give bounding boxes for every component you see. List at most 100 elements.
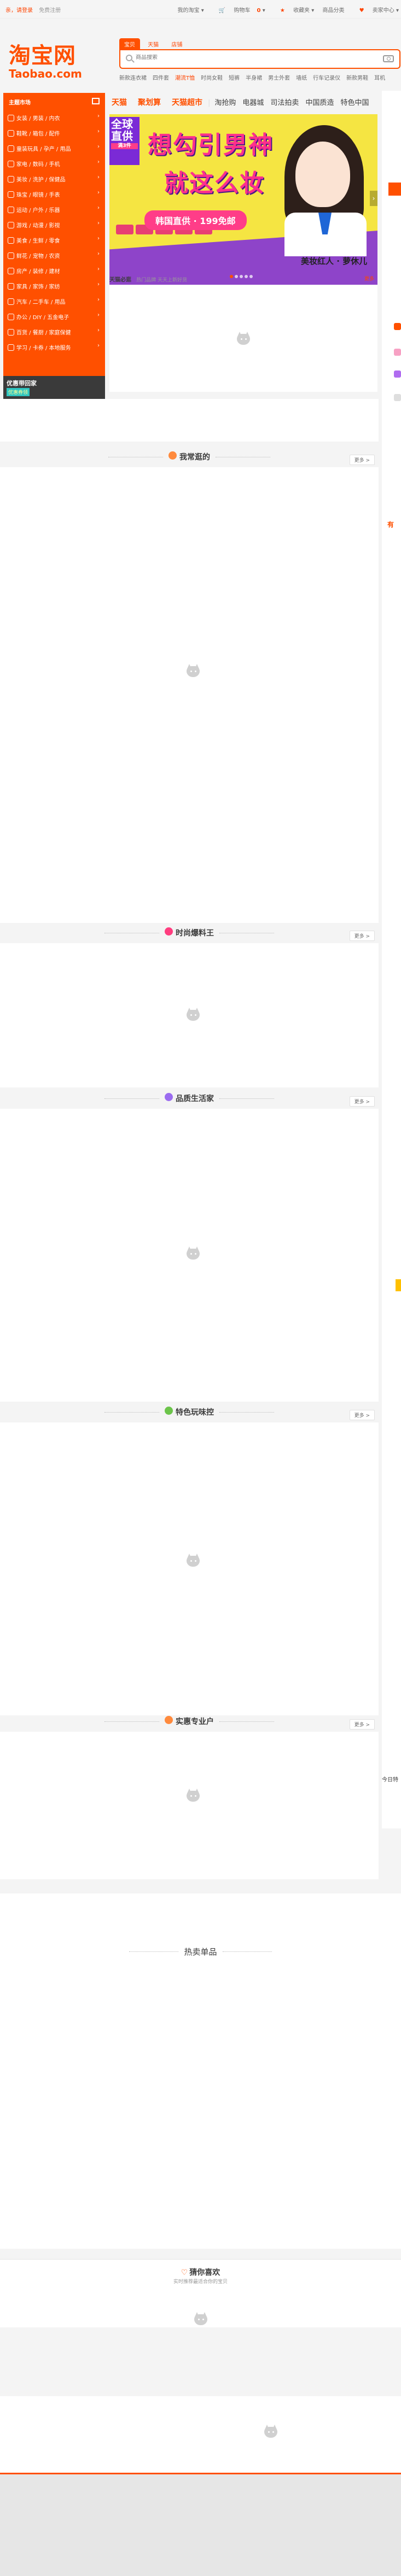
taobao-logo[interactable]: 淘宝网 Taobao.com	[9, 43, 97, 92]
loading-placeholder-icon	[263, 2425, 279, 2439]
category-ad-title: 优惠带回家	[7, 380, 37, 387]
section-more-quality[interactable]: 更多 >	[349, 1096, 375, 1107]
section-more-deals[interactable]: 更多 >	[349, 1719, 375, 1730]
my-taobao-link[interactable]: 我的淘宝 ▾	[171, 8, 204, 14]
search-input[interactable]	[136, 55, 300, 61]
footer-area	[0, 2474, 401, 2576]
category-item-icon	[8, 207, 14, 213]
hot-word-link[interactable]: 半身裙	[246, 75, 262, 81]
section-title-fashion: 时尚爆料王	[0, 927, 379, 938]
channel-link[interactable]: 淘抢购	[211, 91, 239, 107]
category-item-label: 家电 / 数码 / 手机	[16, 162, 60, 168]
notice-tab[interactable]	[388, 183, 401, 196]
chevron-right-icon: ›	[97, 128, 100, 134]
category-item[interactable]: 童装玩具 / 孕产 / 用品 ›	[3, 140, 105, 155]
category-item[interactable]: 房产 / 装修 / 建材 ›	[3, 262, 105, 278]
right-col-today[interactable]: 今日特	[382, 1775, 398, 1783]
channel-link-major[interactable]: 天猫超市	[165, 91, 207, 108]
category-item[interactable]: 办公 / DIY / 五金电子 ›	[3, 308, 105, 324]
hot-word-link[interactable]: 行车记录仪	[313, 75, 340, 81]
category-item[interactable]: 鞋靴 / 箱包 / 配件 ›	[3, 125, 105, 140]
must-buy-more[interactable]: 更多	[364, 275, 374, 282]
login-link[interactable]: 亲，请登录	[5, 8, 33, 14]
loading-placeholder-icon	[185, 1554, 201, 1568]
chevron-right-icon: ›	[97, 144, 100, 150]
banner-next-arrow-icon[interactable]: ›	[370, 191, 377, 206]
hot-word-link[interactable]: 男士外套	[268, 75, 290, 81]
category-item[interactable]: 鲜花 / 宠物 / 农资 ›	[3, 247, 105, 262]
category-item[interactable]: 运动 / 户外 / 乐器 ›	[3, 201, 105, 216]
chevron-right-icon: ›	[97, 343, 100, 349]
hot-word-link[interactable]: 潮流T恤	[175, 75, 195, 81]
chevron-right-icon: ›	[97, 113, 100, 119]
cart-link[interactable]: 🛒 购物车 0 ▾	[212, 8, 265, 14]
banner-model-image	[274, 120, 377, 256]
logo-cn: 淘宝网	[9, 43, 76, 68]
service-icon-3[interactable]	[394, 370, 401, 378]
category-item-icon	[8, 191, 14, 198]
grid-icon[interactable]	[92, 98, 100, 104]
site-header: 淘宝网 Taobao.com 宝贝 天猫 店铺 新款连衣裙四件套潮流T恤时尚女鞋…	[0, 19, 401, 91]
seller-center-link[interactable]: ♥ 卖家中心 ▾	[353, 8, 399, 14]
banner-caption: 美妆红人 · 萝休儿	[301, 256, 368, 266]
section-fashion-label: 时尚爆料王	[176, 929, 214, 938]
section-more-frequent[interactable]: 更多 >	[349, 455, 375, 465]
hot-word-link[interactable]: 新款连衣裙	[119, 75, 147, 81]
category-ad[interactable]: 优惠带回家 优惠券领	[3, 376, 105, 399]
main-banner[interactable]: 全球直供 满3件 想勾引男神 就这么妆 韩国直供 · 199免邮 美妆红人 · …	[109, 114, 377, 285]
search-tab-shops[interactable]: 店铺	[166, 38, 187, 50]
search-tab-tmall[interactable]: 天猫	[143, 38, 164, 50]
hot-word-link[interactable]: 墙纸	[296, 75, 307, 81]
camera-icon[interactable]	[383, 55, 394, 62]
category-item-label: 游戏 / 动漫 / 影视	[16, 223, 60, 229]
favorites-link[interactable]: ★ 收藏夹 ▾	[274, 8, 314, 14]
section-more-fashion[interactable]: 更多 >	[349, 931, 375, 941]
category-item[interactable]: 学习 / 卡券 / 本地服务 ›	[3, 339, 105, 354]
sub-banner[interactable]	[109, 285, 377, 392]
channel-link[interactable]: 特色中国	[337, 91, 372, 107]
category-ad-sub: 优惠券领	[7, 388, 30, 396]
hot-word-link[interactable]: 新款男鞋	[346, 75, 368, 81]
category-item[interactable]: 游戏 / 动漫 / 影视 ›	[3, 216, 105, 232]
channel-link-major[interactable]: 天猫	[105, 91, 131, 108]
category-link[interactable]: 商品分类	[322, 8, 344, 14]
category-nav-title-text: 主题市场	[9, 100, 31, 106]
service-icon-4[interactable]	[394, 394, 401, 401]
category-item[interactable]: 女装 / 男装 / 内衣 ›	[3, 109, 105, 125]
service-icon-1[interactable]	[394, 323, 401, 330]
site-topbar: 亲，请登录 免费注册 我的淘宝 ▾ 🛒 购物车 0 ▾ ★ 收藏夹 ▾ 商品分类 …	[0, 0, 401, 19]
hot-word-link[interactable]: 时尚女鞋	[201, 75, 223, 81]
right-col-yellow-tab[interactable]	[396, 1279, 401, 1291]
hot-word-link[interactable]: 耳机	[374, 75, 385, 81]
must-buy-text[interactable]: 热门品牌 天天上新好货	[136, 278, 187, 283]
section-special-label: 特色玩味控	[176, 1408, 214, 1417]
channel-link-major[interactable]: 聚划算	[131, 91, 165, 108]
category-item[interactable]: 家具 / 家饰 / 家纺 ›	[3, 278, 105, 293]
register-link[interactable]: 免费注册	[39, 8, 61, 14]
category-item[interactable]: 美妆 / 洗护 / 保健品 ›	[3, 170, 105, 186]
hot-items-title: 热卖单品	[0, 1946, 401, 1957]
category-item[interactable]: 家电 / 数码 / 手机 ›	[3, 155, 105, 170]
search-tabs: 宝贝 天猫 店铺	[119, 38, 188, 50]
channel-link[interactable]: 中国质造	[302, 91, 337, 107]
hot-word-link[interactable]: 四件套	[153, 75, 169, 81]
category-item-icon	[8, 252, 14, 259]
section-title-special: 特色玩味控	[0, 1407, 379, 1418]
loading-placeholder-icon	[185, 1246, 201, 1261]
chevron-right-icon: ›	[97, 159, 100, 165]
channel-link[interactable]: 司法拍卖	[267, 91, 302, 107]
hot-word-link[interactable]: 短裤	[229, 75, 240, 81]
channel-link[interactable]: 电器城	[239, 91, 267, 107]
category-item[interactable]: 美食 / 生鲜 / 零食 ›	[3, 232, 105, 247]
hot-search-words: 新款连衣裙 四件套 潮流T恤 时尚女鞋 短裤 半身裙 男士外套 墙纸 行车记录仪 新款男鞋 耳机	[119, 73, 401, 81]
service-icon-2[interactable]	[394, 349, 401, 356]
loading-placeholder-icon	[185, 664, 201, 678]
category-item[interactable]: 百货 / 餐厨 / 家庭保健 ›	[3, 324, 105, 339]
category-item[interactable]: 珠宝 / 眼镜 / 手表 ›	[3, 186, 105, 201]
category-item[interactable]: 汽车 / 二手车 / 用品 ›	[3, 293, 105, 308]
seller-label: 卖家中心	[372, 8, 394, 14]
section-more-special[interactable]: 更多 >	[349, 1410, 375, 1420]
guess-you-like-label: 猜你喜欢	[189, 2268, 220, 2277]
banner-box-sub: 满3件	[111, 143, 138, 149]
search-tab-items[interactable]: 宝贝	[119, 38, 140, 50]
